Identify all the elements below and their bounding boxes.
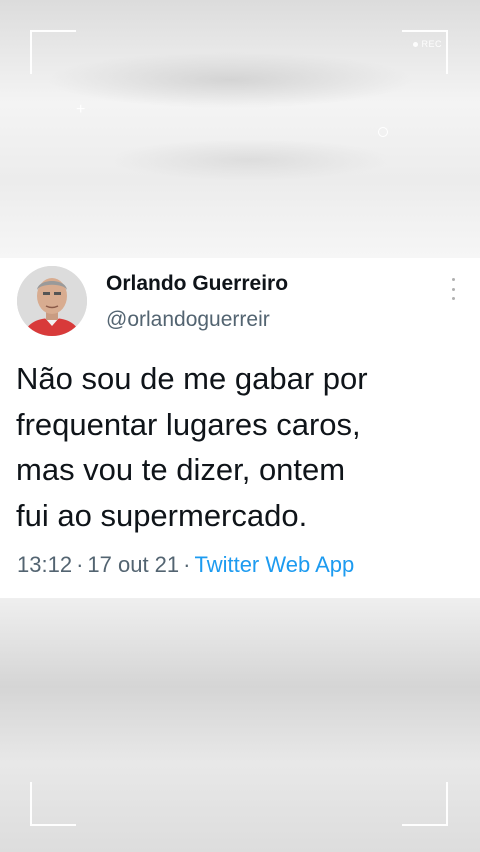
- more-vertical-icon[interactable]: [447, 278, 459, 300]
- tweet-meta: 13:12 · 17 out 21 · Twitter Web App: [17, 552, 354, 578]
- focus-ring-icon: [378, 127, 388, 137]
- avatar[interactable]: [17, 266, 87, 336]
- viewfinder-corner-bottom-right: [402, 782, 448, 826]
- avatar-photo-icon: [17, 266, 87, 336]
- viewfinder-corner-bottom-left: [30, 782, 76, 826]
- tweet-source-link[interactable]: Twitter Web App: [194, 552, 354, 577]
- tweet-text-line: frequentar lugares caros,: [16, 406, 361, 442]
- viewfinder-corner-top-left: [30, 30, 76, 74]
- tweet-text-line: Não sou de me gabar por: [16, 361, 368, 396]
- rec-indicator: REC: [413, 39, 442, 49]
- crosshair-plus-icon: +: [76, 101, 86, 118]
- meta-separator: ·: [76, 552, 84, 577]
- viewfinder-corner-top-right: [402, 30, 448, 74]
- tweet-text: Não sou de me gabar por frequentar lugar…: [16, 356, 466, 538]
- tweet-text-line: mas vou te dizer, ontem: [16, 452, 346, 487]
- author-name[interactable]: Orlando Guerreiro: [106, 272, 288, 296]
- tweet-date[interactable]: 17 out 21: [87, 552, 179, 577]
- tweet-time[interactable]: 13:12: [17, 552, 72, 577]
- meta-separator: ·: [183, 552, 191, 577]
- tweet-text-line: fui ao supermercado.: [16, 497, 308, 533]
- rec-label: REC: [421, 39, 442, 49]
- author-handle[interactable]: @orlandoguerreir: [106, 308, 270, 332]
- record-dot-icon: [413, 41, 419, 47]
